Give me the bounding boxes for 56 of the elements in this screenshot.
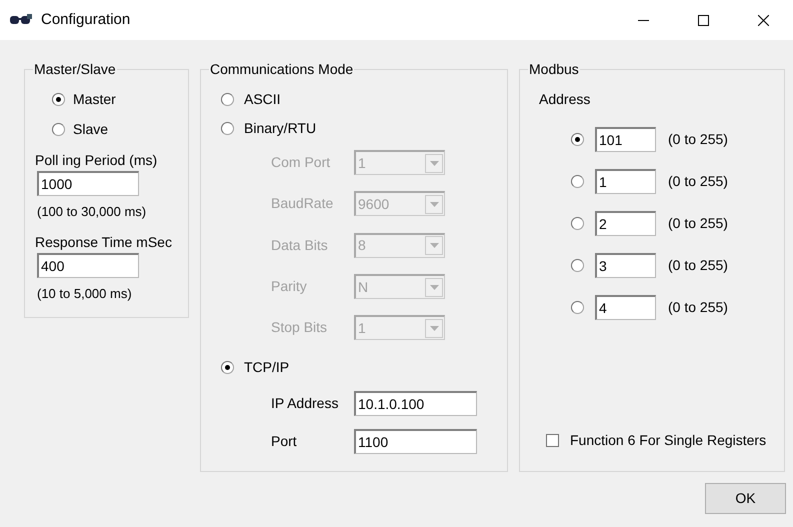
group-title: Modbus (528, 62, 580, 76)
radio-button[interactable] (52, 92, 65, 106)
radio-button[interactable] (221, 360, 234, 374)
range-hint: (0 to 255) (668, 214, 728, 233)
group-title: Master/Slave (33, 62, 117, 76)
checkbox[interactable] (546, 434, 559, 447)
response-field[interactable]: 400 (37, 252, 139, 278)
radio-button[interactable] (221, 122, 234, 134)
radio-button[interactable] (571, 133, 584, 146)
range-hint: (0 to 255) (668, 172, 728, 192)
field-label: Response Time mSec (35, 234, 173, 250)
radio-button[interactable] (52, 123, 65, 136)
checkbox-label: Function 6 For Single Registers (570, 431, 766, 450)
radio-button[interactable] (571, 258, 584, 272)
port-field[interactable]: 1100 (354, 428, 477, 454)
range-hint: (0 to 255) (668, 256, 728, 275)
radio-button[interactable] (221, 92, 234, 106)
ok-button[interactable]: OK (705, 483, 786, 514)
range-hint: (0 to 255) (668, 298, 728, 317)
window-title: Configuration (41, 10, 132, 30)
caret-icon (425, 194, 443, 214)
address-label: Address (539, 90, 592, 109)
address-field[interactable]: 3 (595, 252, 656, 278)
close-icon (758, 14, 768, 26)
field-label: Port (271, 432, 298, 451)
setting-label: Stop Bits (271, 318, 328, 338)
radio-button[interactable] (571, 175, 584, 188)
range-hint: (10 to 5,000 ms) (37, 284, 133, 303)
address-field[interactable]: 101 (595, 127, 656, 152)
setting-label: Com Port (271, 153, 332, 172)
setting-label: Data Bits (271, 236, 329, 255)
range-hint: (100 to 30,000 ms) (37, 203, 148, 221)
polling-field[interactable]: 1000 (37, 171, 139, 196)
caret-icon (425, 236, 443, 256)
setting-label: BaudRate (271, 194, 334, 214)
radio-label: TCP/IP (244, 358, 290, 377)
radio-label: Slave (73, 120, 108, 139)
radio-button[interactable] (571, 300, 584, 314)
caret-icon (425, 278, 443, 297)
field-label: IP Address (271, 394, 340, 413)
address-field[interactable]: 4 (595, 294, 656, 320)
goggles-icon (9, 13, 33, 27)
ip-address-field[interactable]: 10.1.0.100 (354, 390, 477, 416)
maximize-icon (698, 14, 708, 26)
range-hint: (0 to 255) (668, 130, 728, 150)
address-field[interactable]: 1 (595, 169, 656, 194)
radio-label: Master (73, 90, 116, 108)
caret-icon (425, 154, 443, 173)
caret-icon (425, 318, 443, 338)
address-field[interactable]: 2 (595, 210, 656, 236)
radio-button[interactable] (571, 216, 584, 230)
radio-label: Binary/RTU (244, 118, 316, 138)
radio-label: ASCII (244, 90, 281, 108)
setting-label: Parity (271, 277, 308, 296)
group-title: Communications Mode (209, 62, 354, 76)
field-label: Poll ing Period (ms) (35, 152, 158, 168)
